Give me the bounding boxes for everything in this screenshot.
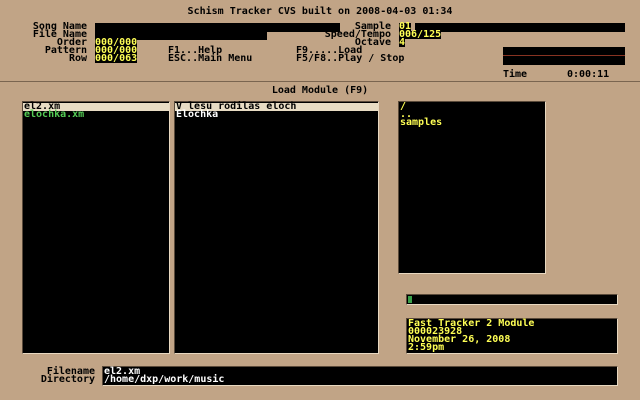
time-label: Time: [503, 69, 528, 80]
help-esc: ESC..Main Menu: [168, 53, 253, 64]
file-list[interactable]: el2.xm elochka.xm: [22, 101, 170, 354]
load-progress-fill: [408, 296, 412, 303]
path-input-box: el2.xm /home/dxp/work/music: [102, 366, 618, 386]
octave-value[interactable]: 4: [399, 38, 406, 48]
time-value: 0:00:11: [567, 69, 610, 80]
directory-label: Directory: [40, 374, 95, 385]
song-title-item[interactable]: Elochka: [176, 110, 218, 120]
file-time: 2:59pm: [408, 342, 445, 353]
speed-tempo-value[interactable]: 006/125: [399, 30, 442, 40]
header-divider: [0, 81, 640, 82]
directory-item[interactable]: samples: [400, 118, 442, 128]
window-title: Schism Tracker CVS built on 2008-04-03 0…: [187, 6, 453, 17]
file-info-panel: Fast Tracker 2 Module 000023928 November…: [406, 318, 618, 354]
row-value[interactable]: 000/063: [95, 54, 138, 64]
song-title-list[interactable]: V lesu rodilas eloch Elochka: [174, 101, 379, 354]
octave-label: Octave: [354, 37, 391, 48]
vu-meter-line: [503, 55, 625, 56]
directory-list[interactable]: / .. samples: [398, 101, 546, 274]
sample-name-field: [415, 23, 625, 32]
dialog-title: Load Module (F9): [271, 85, 369, 96]
help-f5f8: F5/F8..Play / Stop: [296, 53, 405, 64]
vu-meter: [503, 47, 625, 65]
row-label: Row: [68, 53, 87, 64]
directory-input[interactable]: /home/dxp/work/music: [104, 375, 224, 385]
load-progress-bar: [406, 294, 618, 305]
file-list-item[interactable]: elochka.xm: [24, 110, 84, 120]
